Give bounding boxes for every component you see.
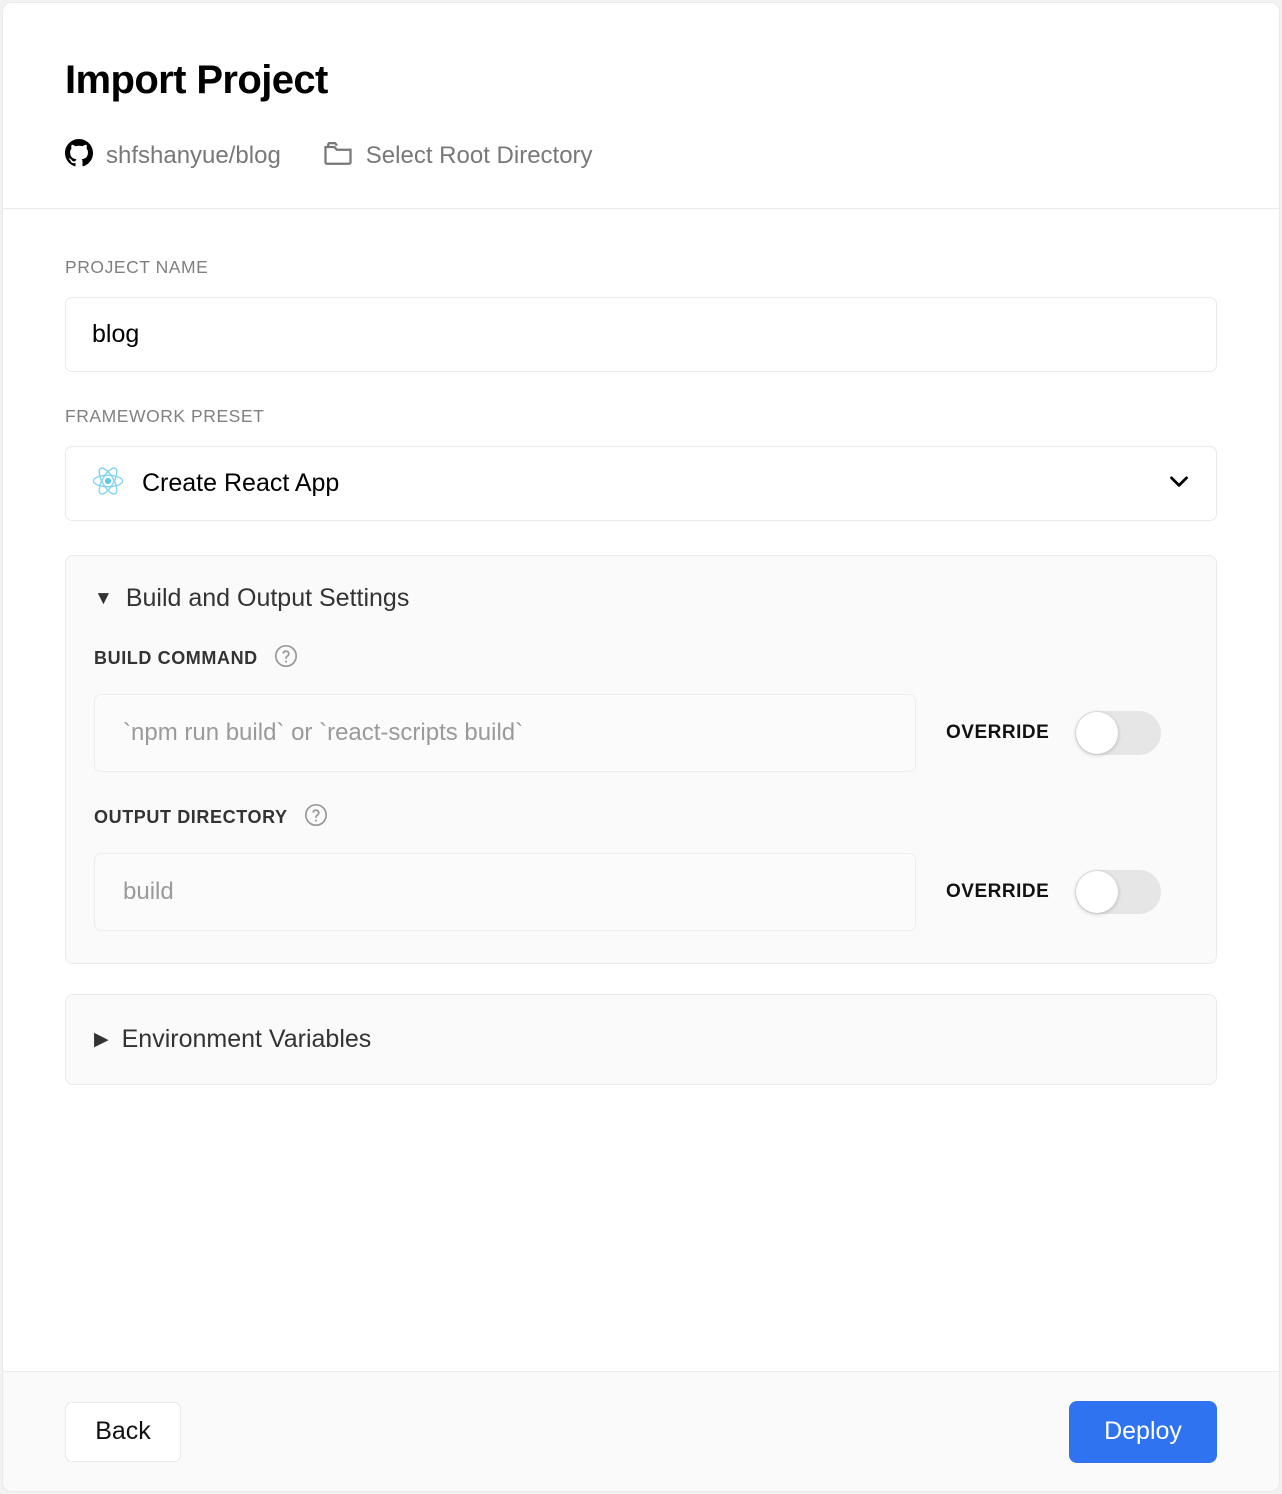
page-title: Import Project — [65, 59, 1217, 101]
build-output-panel: ▼ Build and Output Settings BUILD COMMAN… — [65, 555, 1217, 964]
framework-preset-value: Create React App — [142, 469, 1148, 498]
project-name-field: PROJECT NAME blog — [65, 257, 1217, 372]
repo-name: shfshanyue/blog — [106, 144, 281, 168]
output-directory-label-row: OUTPUT DIRECTORY — [94, 802, 1188, 833]
project-name-label: PROJECT NAME — [65, 257, 1217, 278]
output-directory-input[interactable]: build — [94, 853, 916, 931]
form-body: PROJECT NAME blog FRAMEWORK PRESET — [3, 209, 1279, 1371]
output-directory-row: build OVERRIDE — [94, 853, 1188, 931]
github-icon — [65, 139, 93, 172]
project-name-value: blog — [92, 320, 139, 349]
deploy-button[interactable]: Deploy — [1069, 1401, 1217, 1463]
build-output-panel-title: Build and Output Settings — [126, 584, 410, 613]
question-circle-icon[interactable] — [303, 802, 329, 833]
build-command-override-label: OVERRIDE — [946, 722, 1049, 744]
question-circle-icon[interactable] — [273, 643, 299, 674]
output-directory-override-toggle[interactable] — [1075, 870, 1161, 914]
build-command-label-row: BUILD COMMAND — [94, 643, 1188, 674]
root-directory-crumb[interactable]: Select Root Directory — [323, 140, 593, 171]
output-directory-override-label: OVERRIDE — [946, 881, 1049, 903]
breadcrumb: shfshanyue/blog Select Root Directory — [65, 139, 1217, 172]
environment-variables-panel-title: Environment Variables — [122, 1025, 372, 1054]
output-directory-label: OUTPUT DIRECTORY — [94, 807, 288, 828]
back-button[interactable]: Back — [65, 1402, 181, 1462]
build-command-label: BUILD COMMAND — [94, 648, 258, 669]
build-output-panel-body: BUILD COMMAND `npm run build` or `react-… — [66, 613, 1216, 963]
build-command-placeholder: `npm run build` or `react-scripts build` — [123, 719, 523, 747]
environment-variables-panel[interactable]: ▶ Environment Variables — [65, 994, 1217, 1085]
build-command-row: `npm run build` or `react-scripts build`… — [94, 694, 1188, 772]
panel-spacer — [94, 772, 1188, 802]
import-project-card: Import Project shfshanyue/blog S — [2, 2, 1280, 1492]
project-name-input[interactable]: blog — [65, 297, 1217, 372]
chevron-down-icon[interactable] — [1164, 466, 1194, 501]
footer: Back Deploy — [3, 1371, 1279, 1491]
build-output-panel-header[interactable]: ▼ Build and Output Settings — [66, 556, 1216, 613]
framework-preset-select[interactable]: Create React App — [65, 446, 1217, 521]
disclosure-triangle-right-icon[interactable]: ▶ — [94, 1030, 109, 1049]
toggle-knob — [1076, 712, 1118, 754]
build-command-override-toggle[interactable] — [1075, 711, 1161, 755]
framework-preset-field: FRAMEWORK PRESET Create React App — [65, 406, 1217, 521]
output-directory-placeholder: build — [123, 878, 174, 906]
react-icon — [90, 463, 126, 504]
build-command-input[interactable]: `npm run build` or `react-scripts build` — [94, 694, 916, 772]
folder-icon — [323, 140, 353, 171]
header: Import Project shfshanyue/blog S — [3, 3, 1279, 209]
repo-crumb[interactable]: shfshanyue/blog — [65, 139, 281, 172]
framework-preset-label: FRAMEWORK PRESET — [65, 406, 1217, 427]
environment-variables-panel-header[interactable]: ▶ Environment Variables — [66, 995, 1216, 1084]
toggle-knob — [1076, 871, 1118, 913]
root-directory-label: Select Root Directory — [366, 144, 593, 168]
disclosure-triangle-down-icon[interactable]: ▼ — [94, 589, 113, 608]
